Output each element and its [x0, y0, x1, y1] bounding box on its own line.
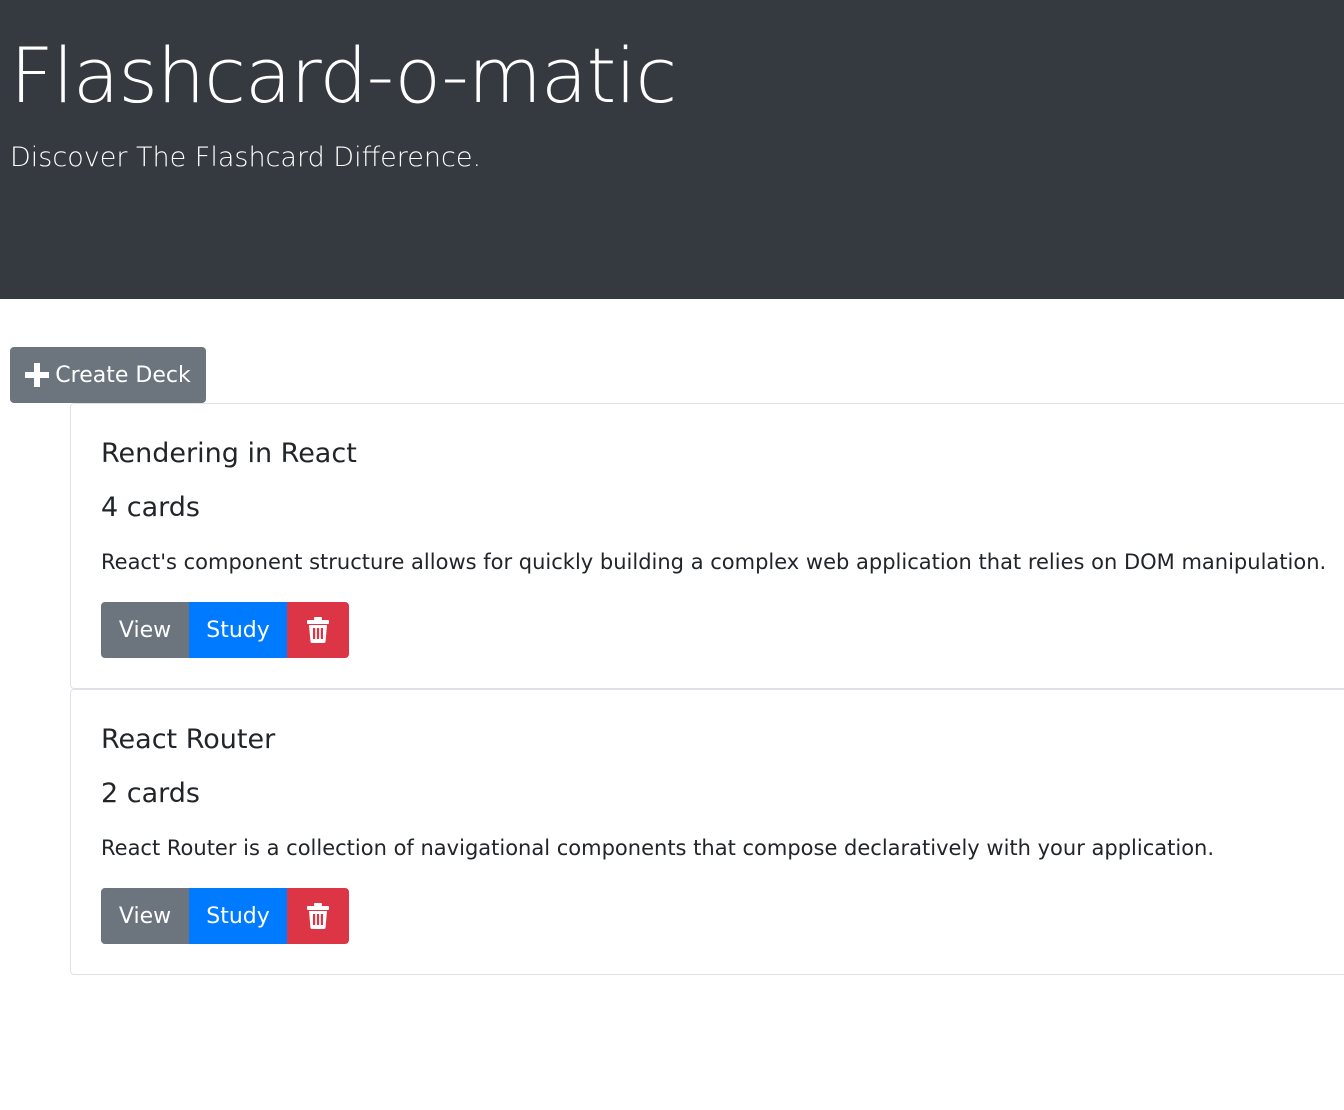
app-title: Flashcard-o-matic [10, 31, 677, 120]
deck-description: React's component structure allows for q… [101, 550, 1327, 574]
view-deck-button[interactable]: View [101, 888, 189, 944]
deck-title: React Router [101, 724, 276, 755]
view-deck-button[interactable]: View [101, 602, 189, 658]
study-deck-button[interactable]: Study [189, 602, 287, 658]
deck-actions: View Study [101, 888, 349, 944]
header-jumbotron: Flashcard-o-matic Discover The Flashcard… [0, 0, 1344, 299]
deck-card: React Router 2 cards React Router is a c… [70, 689, 1344, 975]
study-deck-button[interactable]: Study [189, 888, 287, 944]
app-tagline: Discover The Flashcard Difference. [10, 142, 482, 173]
delete-deck-button[interactable] [287, 888, 349, 944]
deck-actions: View Study [101, 602, 349, 658]
deck-title: Rendering in React [101, 438, 357, 469]
deck-description: React Router is a collection of navigati… [101, 836, 1215, 860]
deck-card: Rendering in React 4 cards React's compo… [70, 403, 1344, 689]
create-deck-label: Create Deck [55, 362, 191, 388]
deck-card-count: 2 cards [101, 778, 200, 809]
trash-icon [307, 903, 329, 929]
trash-icon [307, 617, 329, 643]
plus-icon [25, 363, 50, 387]
delete-deck-button[interactable] [287, 602, 349, 658]
deck-card-count: 4 cards [101, 492, 200, 523]
create-deck-button[interactable]: Create Deck [10, 347, 206, 403]
